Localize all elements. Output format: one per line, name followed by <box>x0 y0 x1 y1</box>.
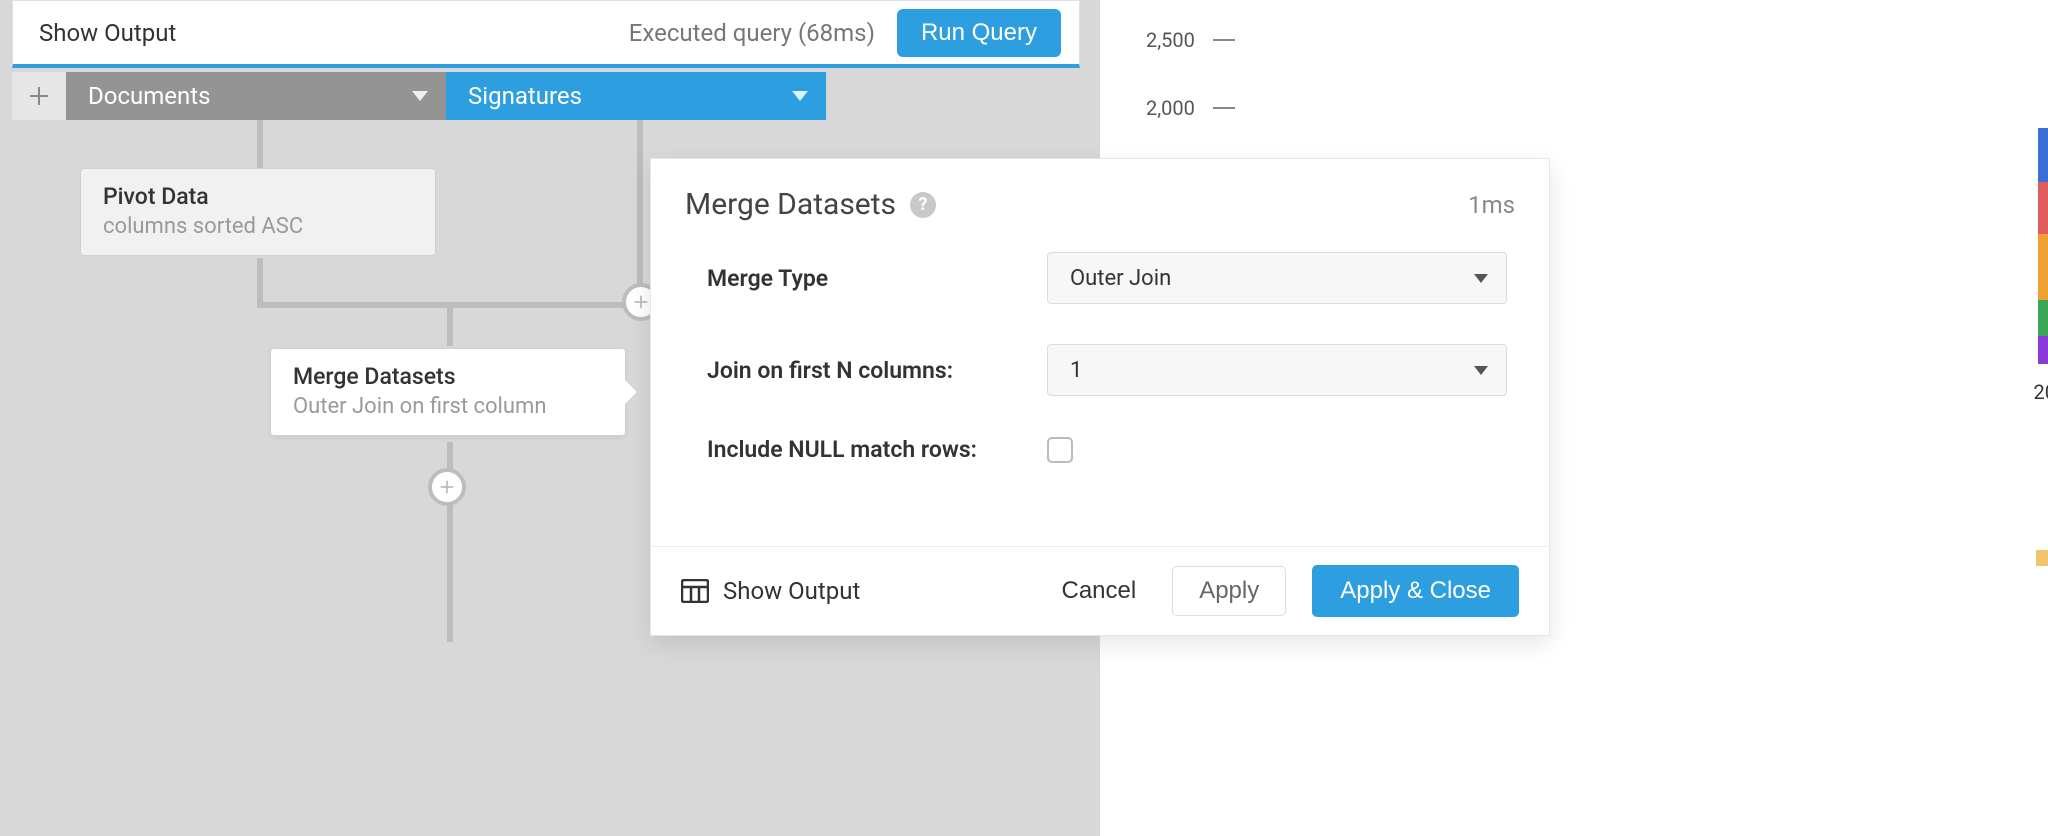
help-icon[interactable]: ? <box>910 192 936 218</box>
run-query-button[interactable]: Run Query <box>897 9 1061 57</box>
plus-icon <box>29 86 49 106</box>
label-merge-type: Merge Type <box>707 265 1047 292</box>
tab-documents[interactable]: Documents <box>66 72 446 120</box>
panel-footer: Show Output Cancel Apply Apply & Close <box>651 546 1549 635</box>
row-null-rows: Include NULL match rows: <box>707 436 1507 463</box>
chart-corner-marker <box>2036 550 2048 566</box>
row-merge-type: Merge Type Outer Join <box>707 252 1507 304</box>
chevron-down-icon <box>1474 366 1488 375</box>
panel-title: Merge Datasets <box>685 187 896 222</box>
show-output-top[interactable]: Show Output <box>39 19 629 47</box>
y-tick-2000: 2,000 <box>1146 96 1235 120</box>
plus-icon <box>438 478 456 496</box>
plus-icon <box>632 293 650 311</box>
y-tick-2500: 2,500 <box>1146 28 1235 52</box>
selection-pointer-icon <box>625 380 637 404</box>
node-subtitle: Outer Join on first column <box>293 394 603 419</box>
tab-label: Signatures <box>468 82 582 110</box>
tab-label: Documents <box>88 82 211 110</box>
tick-mark <box>1213 39 1235 41</box>
panel-header: Merge Datasets ? 1ms <box>651 159 1549 232</box>
query-status: Executed query (68ms) <box>629 19 875 47</box>
node-title: Merge Datasets <box>293 363 603 390</box>
add-tab-button[interactable] <box>12 72 66 120</box>
cancel-button[interactable]: Cancel <box>1051 567 1146 615</box>
node-pivot-data[interactable]: Pivot Data columns sorted ASC <box>80 168 436 256</box>
node-subtitle: columns sorted ASC <box>103 214 413 239</box>
connector <box>257 120 263 168</box>
apply-button[interactable]: Apply <box>1172 566 1286 616</box>
connector <box>637 120 643 302</box>
apply-close-button[interactable]: Apply & Close <box>1312 565 1519 617</box>
node-merge-datasets[interactable]: Merge Datasets Outer Join on first colum… <box>270 348 626 436</box>
connector <box>257 258 263 308</box>
row-join-n: Join on first N columns: 1 <box>707 344 1507 396</box>
label-null-rows: Include NULL match rows: <box>707 436 1047 463</box>
show-output-label: Show Output <box>723 577 860 605</box>
y-tick-label: 2,000 <box>1146 96 1195 120</box>
connector <box>447 302 643 308</box>
select-merge-type[interactable]: Outer Join <box>1047 252 1507 304</box>
select-join-n[interactable]: 1 <box>1047 344 1507 396</box>
tab-signatures[interactable]: Signatures <box>446 72 826 120</box>
chart-edge-label: 20 <box>2034 380 2048 404</box>
table-icon <box>681 579 709 603</box>
tabs-row: Documents Signatures <box>12 72 832 120</box>
panel-body: Merge Type Outer Join Join on first N co… <box>651 232 1549 546</box>
select-value: Outer Join <box>1070 266 1171 291</box>
connector <box>447 302 453 346</box>
panel-timing: 1ms <box>1468 191 1515 219</box>
stacked-bar-sliver <box>2038 128 2048 364</box>
label-join-n: Join on first N columns: <box>707 357 1047 384</box>
show-output-panel[interactable]: Show Output <box>681 577 860 605</box>
merge-detail-panel: Merge Datasets ? 1ms Merge Type Outer Jo… <box>650 158 1550 636</box>
connector <box>257 302 447 308</box>
y-tick-label: 2,500 <box>1146 28 1195 52</box>
chevron-down-icon <box>1474 274 1488 283</box>
checkbox-null-rows[interactable] <box>1047 437 1073 463</box>
chevron-down-icon <box>792 91 808 101</box>
tick-mark <box>1213 107 1235 109</box>
query-bar: Show Output Executed query (68ms) Run Qu… <box>12 0 1080 68</box>
add-step-button[interactable] <box>428 468 466 506</box>
chevron-down-icon <box>412 91 428 101</box>
node-title: Pivot Data <box>103 183 413 210</box>
select-value: 1 <box>1070 358 1082 383</box>
